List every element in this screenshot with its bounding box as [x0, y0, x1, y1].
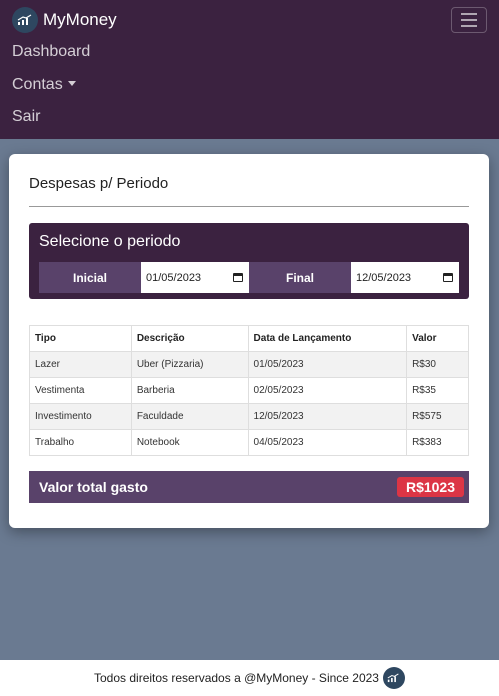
nav-link-sair[interactable]: Sair	[12, 108, 40, 126]
table-row: Lazer Uber (Pizzaria) 01/05/2023 R$30	[29, 351, 469, 378]
cell-data: 04/05/2023	[247, 429, 408, 456]
end-date-input[interactable]: 12/05/2023	[351, 262, 459, 293]
cell-tipo: Trabalho	[29, 429, 132, 456]
column-header-valor: Valor	[406, 325, 469, 352]
cell-valor: R$30	[406, 351, 469, 378]
column-header-data: Data de Lançamento	[247, 325, 408, 352]
nav-link-contas-label: Contas	[12, 76, 63, 93]
chart-logo-icon	[382, 667, 405, 689]
card-title: Despesas p/ Periodo	[29, 175, 169, 192]
cell-valor: R$383	[406, 429, 469, 456]
expenses-table: Tipo Descrição Data de Lançamento Valor …	[29, 325, 469, 456]
end-date-label: Final	[249, 262, 351, 293]
calendar-icon[interactable]	[233, 273, 243, 282]
cell-valor: R$575	[406, 403, 469, 430]
chart-logo-icon	[12, 7, 38, 33]
cell-data: 12/05/2023	[247, 403, 408, 430]
footer: Todos direitos reservados a @MyMoney - S…	[0, 660, 499, 696]
cell-data: 02/05/2023	[247, 377, 408, 404]
nav-link-contas[interactable]: Contas	[12, 76, 76, 94]
total-label: Valor total gasto	[39, 479, 148, 495]
cell-tipo: Vestimenta	[29, 377, 132, 404]
total-badge: R$1023	[396, 477, 464, 497]
start-date-label: Inicial	[39, 262, 141, 293]
cell-descricao: Barberia	[130, 377, 249, 404]
cell-tipo: Investimento	[29, 403, 132, 430]
start-date-value: 01/05/2023	[146, 271, 202, 284]
end-date-value: 12/05/2023	[356, 271, 412, 284]
table-row: Trabalho Notebook 04/05/2023 R$383	[29, 429, 469, 456]
cell-descricao: Notebook	[130, 429, 249, 456]
brand-name: MyMoney	[43, 10, 117, 29]
period-title: Selecione o periodo	[39, 233, 181, 250]
navbar: MyMoney Dashboard Contas Sair	[0, 0, 499, 139]
footer-text: Todos direitos reservados a @MyMoney - S…	[94, 671, 379, 685]
cell-valor: R$35	[406, 377, 469, 404]
table-row: Investimento Faculdade 12/05/2023 R$575	[29, 403, 469, 430]
table-row: Vestimenta Barberia 02/05/2023 R$35	[29, 377, 469, 404]
cell-descricao: Uber (Pizzaria)	[130, 351, 249, 378]
start-date-input[interactable]: 01/05/2023	[141, 262, 249, 293]
total-bar: Valor total gasto R$1023	[29, 471, 469, 503]
expenses-card: Despesas p/ Periodo Selecione o periodo …	[9, 154, 489, 528]
table-header-row: Tipo Descrição Data de Lançamento Valor	[29, 325, 469, 352]
period-selector: Selecione o periodo Inicial 01/05/2023 F…	[29, 223, 469, 299]
caret-down-icon	[67, 81, 76, 86]
cell-descricao: Faculdade	[130, 403, 249, 430]
hamburger-menu-icon[interactable]	[451, 7, 487, 33]
calendar-icon[interactable]	[443, 273, 453, 282]
cell-tipo: Lazer	[29, 351, 132, 378]
nav-link-dashboard[interactable]: Dashboard	[12, 43, 90, 61]
brand[interactable]: MyMoney	[12, 7, 117, 33]
divider	[29, 206, 469, 207]
column-header-descricao: Descrição	[130, 325, 249, 352]
column-header-tipo: Tipo	[29, 325, 132, 352]
cell-data: 01/05/2023	[247, 351, 408, 378]
